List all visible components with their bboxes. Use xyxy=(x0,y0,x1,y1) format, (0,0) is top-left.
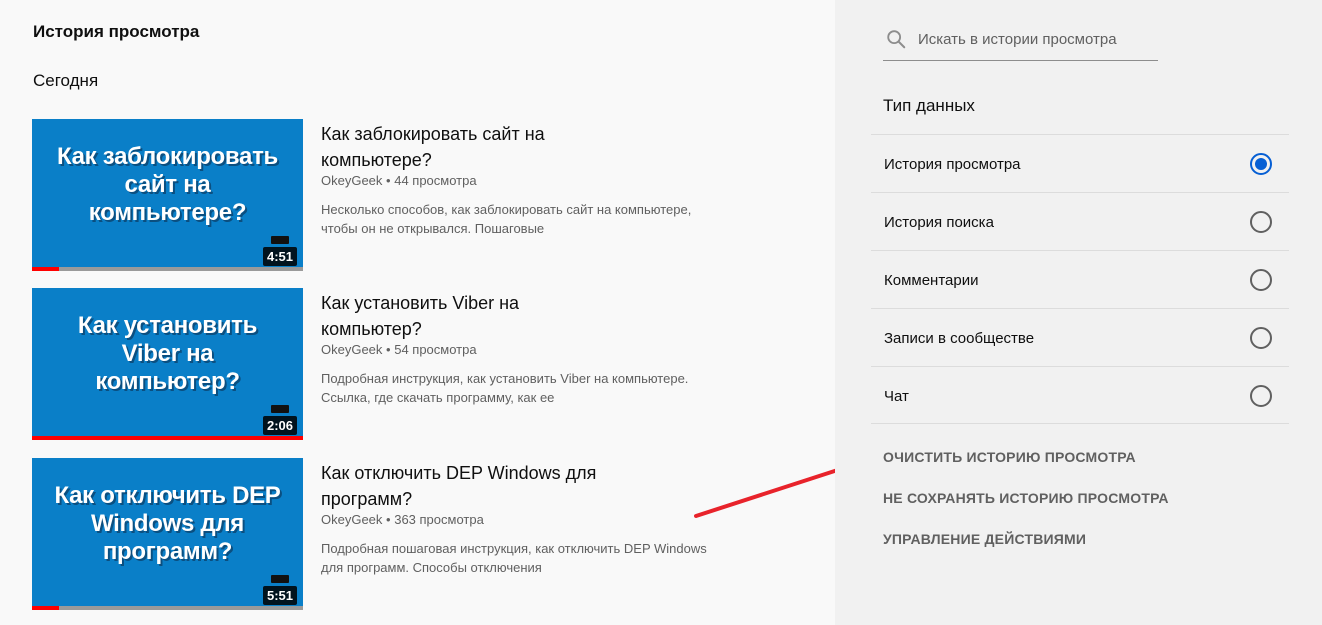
manage-activity-button[interactable]: УПРАВЛЕНИЕ ДЕЙСТВИЯМИ xyxy=(883,531,1086,547)
option-comments[interactable]: Комментарии xyxy=(871,250,1289,308)
thumbnail-text: Как отключить DEP Windows для программ? xyxy=(32,482,303,566)
thumbnail-text: Как заблокировать сайт на компьютере? xyxy=(32,143,303,227)
video-thumbnail[interactable]: Как установить Viber на компьютер? 2:06 xyxy=(32,288,303,440)
thumbnail-line: сайт на xyxy=(124,171,211,198)
radio-button-checked[interactable] xyxy=(1250,153,1272,175)
radio-button[interactable] xyxy=(1250,269,1272,291)
watch-progress-bar xyxy=(32,436,303,440)
meta-separator: • xyxy=(386,342,395,357)
thumbnail-line: Viber на xyxy=(121,340,214,367)
watch-progress-fill xyxy=(32,606,60,610)
video-thumbnail[interactable]: Как отключить DEP Windows для программ? … xyxy=(32,458,303,610)
watch-progress-fill xyxy=(32,267,60,271)
video-title[interactable]: Как установить Viber на компьютер? xyxy=(321,290,621,342)
video-duration: 5:51 xyxy=(262,586,297,605)
video-item[interactable]: Как установить Viber на компьютер? 2:06 … xyxy=(32,288,712,440)
video-thumbnail[interactable]: Как заблокировать сайт на компьютере? 4:… xyxy=(32,119,303,271)
radio-button[interactable] xyxy=(1250,327,1272,349)
video-item[interactable]: Как отключить DEP Windows для программ? … xyxy=(32,458,712,610)
watch-progress-bar xyxy=(32,267,303,271)
option-label: История поиска xyxy=(884,214,994,231)
option-label: Чат xyxy=(884,388,909,405)
data-type-options: История просмотра История поиска Коммент… xyxy=(871,134,1289,424)
video-title[interactable]: Как отключить DEP Windows для программ? xyxy=(321,460,621,512)
option-label: Записи в сообществе xyxy=(884,330,1035,347)
tv-icon xyxy=(271,236,289,244)
channel-name[interactable]: OkeyGeek xyxy=(321,342,382,357)
video-duration: 2:06 xyxy=(262,416,297,435)
option-community-posts[interactable]: Записи в сообществе xyxy=(871,308,1289,366)
watch-progress-bar xyxy=(32,606,303,610)
option-label: История просмотра xyxy=(884,156,1021,173)
thumbnail-line: Как отключить DEP xyxy=(54,482,281,509)
view-count: 363 просмотра xyxy=(394,512,484,527)
channel-name[interactable]: OkeyGeek xyxy=(321,173,382,188)
thumbnail-text: Как установить Viber на компьютер? xyxy=(32,312,303,396)
page-title: История просмотра xyxy=(33,22,200,41)
history-sidebar: Тип данных История просмотра История пои… xyxy=(835,0,1322,625)
tv-icon xyxy=(271,405,289,413)
search-icon[interactable] xyxy=(885,28,907,50)
tv-icon xyxy=(271,575,289,583)
thumbnail-line: компьютер? xyxy=(95,368,240,395)
radio-button[interactable] xyxy=(1250,385,1272,407)
search-input[interactable] xyxy=(918,28,1153,50)
option-chat[interactable]: Чат xyxy=(871,366,1289,424)
option-label: Комментарии xyxy=(884,272,979,289)
video-duration: 4:51 xyxy=(262,247,297,266)
thumbnail-line: компьютере? xyxy=(88,199,247,226)
video-meta: OkeyGeek • 363 просмотра xyxy=(321,512,484,527)
view-count: 54 просмотра xyxy=(394,342,477,357)
video-description: Несколько способов, как заблокировать са… xyxy=(321,202,692,236)
history-search[interactable] xyxy=(883,22,1158,61)
video-description: Подробная пошаговая инструкция, как откл… xyxy=(321,541,707,575)
clear-history-button[interactable]: ОЧИСТИТЬ ИСТОРИЮ ПРОСМОТРА xyxy=(883,449,1136,465)
section-date-heading: Сегодня xyxy=(33,71,99,90)
video-item[interactable]: Как заблокировать сайт на компьютере? 4:… xyxy=(32,119,712,271)
meta-separator: • xyxy=(386,512,395,527)
thumbnail-line: Как установить xyxy=(77,312,258,339)
radio-button[interactable] xyxy=(1250,211,1272,233)
video-meta: OkeyGeek • 54 просмотра xyxy=(321,342,477,357)
pause-history-button[interactable]: НЕ СОХРАНЯТЬ ИСТОРИЮ ПРОСМОТРА xyxy=(883,490,1169,506)
video-title[interactable]: Как заблокировать сайт на компьютере? xyxy=(321,121,621,173)
watch-progress-fill xyxy=(32,436,303,440)
channel-name[interactable]: OkeyGeek xyxy=(321,512,382,527)
option-watch-history[interactable]: История просмотра xyxy=(871,134,1289,192)
thumbnail-line: программ? xyxy=(102,538,233,565)
main-content: История просмотра Сегодня Как заблокиров… xyxy=(0,0,872,625)
arrow-shaft xyxy=(694,464,852,518)
video-description: Подробная инструкция, как установить Vib… xyxy=(321,371,689,405)
option-search-history[interactable]: История поиска xyxy=(871,192,1289,250)
meta-separator: • xyxy=(386,173,395,188)
thumbnail-line: Как заблокировать xyxy=(56,143,279,170)
view-count: 44 просмотра xyxy=(394,173,477,188)
thumbnail-line: Windows для xyxy=(91,510,244,537)
data-type-heading: Тип данных xyxy=(883,96,975,115)
video-meta: OkeyGeek • 44 просмотра xyxy=(321,173,477,188)
